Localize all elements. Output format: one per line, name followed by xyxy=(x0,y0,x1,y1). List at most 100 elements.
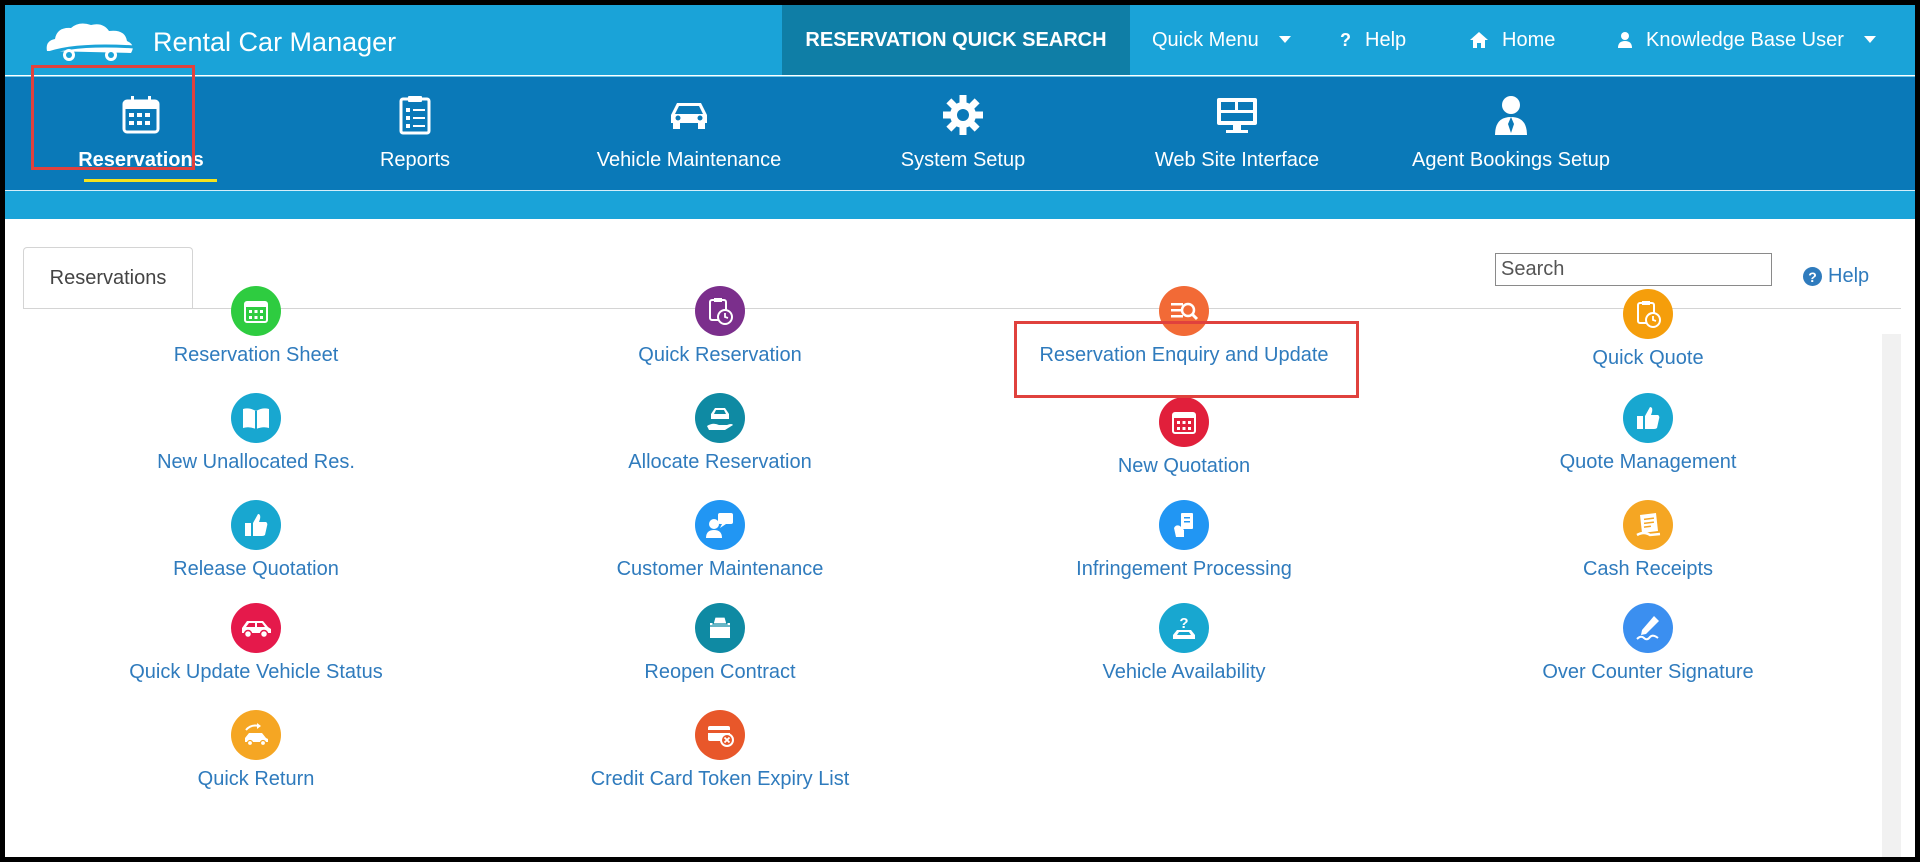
quick-search-label: RESERVATION QUICK SEARCH xyxy=(805,28,1107,51)
list-search-icon xyxy=(1159,286,1209,336)
menu-quick-reservation[interactable]: Quick Reservation xyxy=(480,286,960,367)
top-bar: Rental Car Manager RESERVATION QUICK SEA… xyxy=(5,5,1915,75)
user-icon xyxy=(1618,32,1632,48)
menu-quote-management[interactable]: Quote Management xyxy=(1408,393,1888,474)
clipboard-clock-icon xyxy=(695,286,745,336)
home-link[interactable]: Home xyxy=(1450,5,1598,75)
menu-release-quotation[interactable]: Release Quotation xyxy=(16,500,496,581)
svg-text:?: ? xyxy=(1179,615,1188,632)
menu-label: Credit Card Token Expiry List xyxy=(590,768,850,790)
menu-reservation-sheet[interactable]: Reservation Sheet xyxy=(16,286,496,367)
menu-label: Vehicle Availability xyxy=(1102,661,1266,683)
hand-document-icon xyxy=(1159,500,1209,550)
clipboard-list-icon xyxy=(399,96,431,135)
menu-reservation-enquiry-and-update[interactable]: Reservation Enquiry and Update xyxy=(944,286,1424,367)
car-hand-icon xyxy=(695,393,745,443)
folder-open-icon xyxy=(695,603,745,653)
home-label: Home xyxy=(1502,28,1556,51)
menu-label: Over Counter Signature xyxy=(1542,661,1754,683)
car-icon xyxy=(231,603,281,653)
question-car-icon: ? xyxy=(1159,603,1209,653)
thumbs-up-icon xyxy=(1623,393,1673,443)
menu-cash-receipts[interactable]: Cash Receipts xyxy=(1408,500,1888,581)
active-underline xyxy=(84,179,217,182)
menu-label: Reopen Contract xyxy=(644,661,796,683)
menu-quick-return[interactable]: Quick Return xyxy=(16,710,496,791)
module-strip xyxy=(5,191,1915,219)
menu-credit-card-token-expiry-list[interactable]: Credit Card Token Expiry List xyxy=(480,710,960,791)
module-label: Agent Bookings Setup xyxy=(1412,149,1610,171)
module-reports[interactable]: Reports xyxy=(295,77,535,190)
credit-card-cancel-icon xyxy=(695,710,745,760)
menu-new-quotation[interactable]: New Quotation xyxy=(944,397,1424,478)
calendar-icon xyxy=(1159,397,1209,447)
chat-user-icon xyxy=(695,500,745,550)
gear-icon xyxy=(943,95,983,135)
module-agent-bookings-setup[interactable]: Agent Bookings Setup xyxy=(1391,77,1631,190)
user-menu-dropdown[interactable]: Knowledge Base User xyxy=(1598,5,1915,75)
module-label: Reports xyxy=(379,149,451,171)
menu-vehicle-availability[interactable]: ? Vehicle Availability xyxy=(944,603,1424,684)
car-return-icon xyxy=(231,710,281,760)
menu-label: Quick Return xyxy=(197,768,315,790)
menu-label: Reservation Enquiry and Update xyxy=(1039,344,1329,366)
module-label: Reservations xyxy=(78,149,204,171)
menu-customer-maintenance[interactable]: Customer Maintenance xyxy=(480,500,960,581)
module-system-setup[interactable]: System Setup xyxy=(843,77,1083,190)
clipboard-clock-icon xyxy=(1623,289,1673,339)
car-cloud-logo xyxy=(42,23,136,61)
menu-infringement-processing[interactable]: Infringement Processing xyxy=(944,500,1424,581)
home-icon xyxy=(1470,32,1488,48)
menu-label: Quick Update Vehicle Status xyxy=(129,661,383,683)
search-input[interactable] xyxy=(1495,253,1772,286)
menu-label: Infringement Processing xyxy=(1076,558,1292,580)
thumbs-up-icon xyxy=(231,500,281,550)
module-label: Web Site Interface xyxy=(1154,149,1320,171)
module-nav: Reservations Reports Vehicle Maintenance xyxy=(5,76,1915,191)
brand[interactable]: Rental Car Manager xyxy=(41,17,396,67)
agent-icon xyxy=(1495,96,1527,135)
signature-pen-icon xyxy=(1623,603,1673,653)
module-vehicle-maintenance[interactable]: Vehicle Maintenance xyxy=(569,77,809,190)
help-label: Help xyxy=(1365,28,1407,51)
calendar-icon xyxy=(122,96,160,134)
help-label: Help xyxy=(1828,265,1870,287)
module-label: Vehicle Maintenance xyxy=(596,149,782,171)
calendar-icon xyxy=(231,286,281,336)
menu-label: Release Quotation xyxy=(173,558,339,580)
menu-label: New Quotation xyxy=(1117,455,1251,477)
module-reservations[interactable]: Reservations xyxy=(21,77,261,190)
menu-allocate-reservation[interactable]: Allocate Reservation xyxy=(480,393,960,474)
main-content: Reservations ? Help Reservation Sheet Ne… xyxy=(5,219,1915,857)
question-circle-icon: ? xyxy=(1803,267,1822,286)
receipt-icon xyxy=(1623,500,1673,550)
menu-label: Cash Receipts xyxy=(1582,558,1714,580)
menu-quick-update-vehicle-status[interactable]: Quick Update Vehicle Status xyxy=(16,603,496,684)
top-nav: RESERVATION QUICK SEARCH Quick Menu ? He… xyxy=(782,5,1915,75)
quick-menu-label: Quick Menu xyxy=(1152,28,1259,51)
menu-label: Quick Quote xyxy=(1592,347,1704,369)
menu-label: Customer Maintenance xyxy=(616,558,824,580)
caret-down-icon xyxy=(1278,36,1291,44)
menu-label: Allocate Reservation xyxy=(628,451,812,473)
reservation-quick-search-button[interactable]: RESERVATION QUICK SEARCH xyxy=(782,5,1130,75)
book-icon xyxy=(231,393,281,443)
page-help-link[interactable]: ? Help xyxy=(1803,265,1869,288)
car-icon xyxy=(671,103,707,129)
caret-down-icon xyxy=(1863,36,1876,44)
module-label: System Setup xyxy=(900,149,1026,171)
menu-quick-quote[interactable]: Quick Quote xyxy=(1408,289,1888,370)
module-web-site-interface[interactable]: Web Site Interface xyxy=(1117,77,1357,190)
menu-label: Quote Management xyxy=(1559,451,1737,473)
quick-menu-dropdown[interactable]: Quick Menu xyxy=(1130,5,1320,75)
app-title: Rental Car Manager xyxy=(153,26,397,57)
menu-new-unallocated-res[interactable]: New Unallocated Res. xyxy=(16,393,496,474)
monitor-icon xyxy=(1217,98,1257,133)
menu-reopen-contract[interactable]: Reopen Contract xyxy=(480,603,960,684)
menu-over-counter-signature[interactable]: Over Counter Signature xyxy=(1408,603,1888,684)
help-link[interactable]: ? Help xyxy=(1320,5,1450,75)
question-icon: ? xyxy=(1340,29,1351,50)
menu-label: Reservation Sheet xyxy=(173,344,339,366)
user-name: Knowledge Base User xyxy=(1646,28,1844,51)
app-window: Rental Car Manager RESERVATION QUICK SEA… xyxy=(5,5,1915,857)
